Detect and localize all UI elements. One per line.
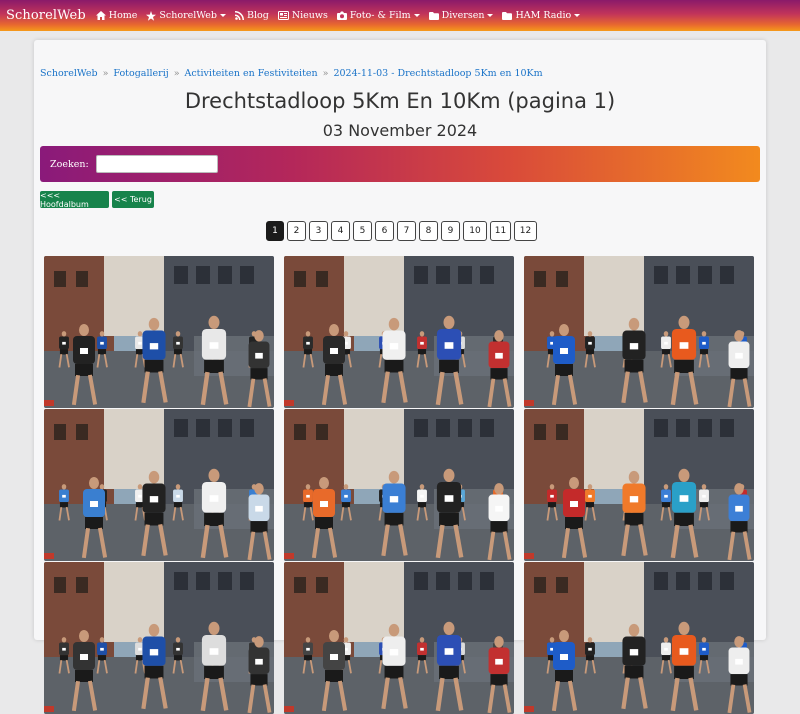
search-label: Zoeken:	[50, 158, 89, 170]
breadcrumb-item-home[interactable]: SchorelWeb	[40, 68, 98, 79]
race-photo	[284, 256, 514, 408]
folder-icon	[502, 11, 513, 20]
folder-icon	[428, 11, 439, 20]
main-album-button[interactable]: <<< Hoofdalbum	[40, 191, 109, 209]
gallery-photo-thumbnail[interactable]	[524, 562, 754, 714]
gallery-photo-thumbnail[interactable]	[524, 409, 754, 561]
nav-ham-radio-dropdown[interactable]: HAM Radio	[502, 10, 581, 21]
race-photo	[44, 256, 274, 408]
gallery-photo-thumbnail[interactable]	[284, 562, 514, 714]
newspaper-icon	[277, 11, 289, 20]
breadcrumb-item-album[interactable]: 2024-11-03 - Drechtstadloop 5Km en 10Km	[333, 68, 542, 79]
breadcrumb-item-gallery[interactable]: Fotogallerij	[113, 68, 168, 79]
page-button-5[interactable]: 5	[353, 221, 372, 241]
breadcrumb: SchorelWeb » Fotogallerij » Activiteiten en …	[40, 68, 543, 79]
gallery-photo-thumbnail[interactable]	[284, 409, 514, 561]
gallery-photo-thumbnail[interactable]	[284, 256, 514, 408]
nav-diversen-dropdown[interactable]: Diversen	[428, 10, 494, 21]
gallery-photo-thumbnail[interactable]	[44, 562, 274, 714]
nav-nieuws[interactable]: Nieuws	[277, 10, 328, 21]
main-content-panel: SchorelWeb » Fotogallerij » Activiteiten en …	[34, 40, 766, 714]
nav-schorelweb-dropdown[interactable]: SchorelWeb	[146, 10, 226, 21]
nav-foto-film-dropdown[interactable]: Foto- & Film	[336, 10, 420, 21]
race-photo	[524, 409, 754, 561]
nav-home-label: Home	[108, 10, 138, 21]
nav-ham-radio-label: HAM Radio	[515, 10, 572, 21]
race-photo	[284, 409, 514, 561]
chevron-down-icon	[574, 14, 581, 17]
chevron-down-icon	[219, 14, 226, 17]
rss-icon	[234, 11, 244, 20]
gallery-photo-thumbnail[interactable]	[44, 409, 274, 561]
search-bar: Zoeken:	[40, 146, 760, 182]
camera-icon	[336, 11, 347, 20]
gallery-photo-thumbnail[interactable]	[44, 256, 274, 408]
nav-blog[interactable]: Blog	[234, 10, 269, 21]
brand-link[interactable]: SchorelWeb	[6, 8, 86, 23]
pagination: 1 2 3 4 5 6 7 8 9 10 11 12	[266, 221, 540, 241]
back-button[interactable]: << Terug	[112, 191, 154, 208]
chevron-down-icon	[413, 14, 420, 17]
nav-blog-label: Blog	[246, 10, 269, 21]
page-button-6[interactable]: 6	[375, 221, 394, 241]
race-photo	[284, 562, 514, 714]
star-icon	[146, 10, 157, 21]
nav-foto-film-label: Foto- & Film	[349, 10, 411, 21]
page-title: Drechtstadloop 5Km En 10Km (pagina 1)	[184, 89, 616, 113]
breadcrumb-separator: »	[173, 68, 180, 79]
chevron-down-icon	[487, 14, 494, 17]
top-navbar: SchorelWeb Home SchorelWeb Blog Nieuws F…	[0, 0, 800, 31]
page-button-4[interactable]: 4	[331, 221, 350, 241]
breadcrumb-item-category[interactable]: Activiteiten en Festiviteiten	[185, 68, 318, 79]
page-button-10[interactable]: 10	[463, 221, 487, 241]
page-button-12[interactable]: 12	[514, 221, 537, 241]
search-input[interactable]	[95, 155, 218, 173]
race-photo	[44, 562, 274, 714]
breadcrumb-separator: »	[322, 68, 329, 79]
nav-nieuws-label: Nieuws	[291, 10, 328, 21]
race-photo	[524, 562, 754, 714]
nav-schorelweb-label: SchorelWeb	[159, 10, 217, 21]
page-button-7[interactable]: 7	[397, 221, 416, 241]
page-date: 03 November 2024	[322, 121, 478, 140]
home-icon	[95, 11, 106, 20]
race-photo	[44, 409, 274, 561]
page-button-3[interactable]: 3	[309, 221, 328, 241]
nav-diversen-label: Diversen	[441, 10, 485, 21]
page-button-8[interactable]: 8	[419, 221, 438, 241]
page-button-2[interactable]: 2	[287, 221, 306, 241]
page-button-11[interactable]: 11	[490, 221, 511, 241]
page-button-9[interactable]: 9	[441, 221, 460, 241]
breadcrumb-separator: »	[102, 68, 109, 79]
gallery-photo-thumbnail[interactable]	[524, 256, 754, 408]
nav-home[interactable]: Home	[95, 10, 138, 21]
race-photo	[524, 256, 754, 408]
page-button-1[interactable]: 1	[266, 221, 284, 241]
